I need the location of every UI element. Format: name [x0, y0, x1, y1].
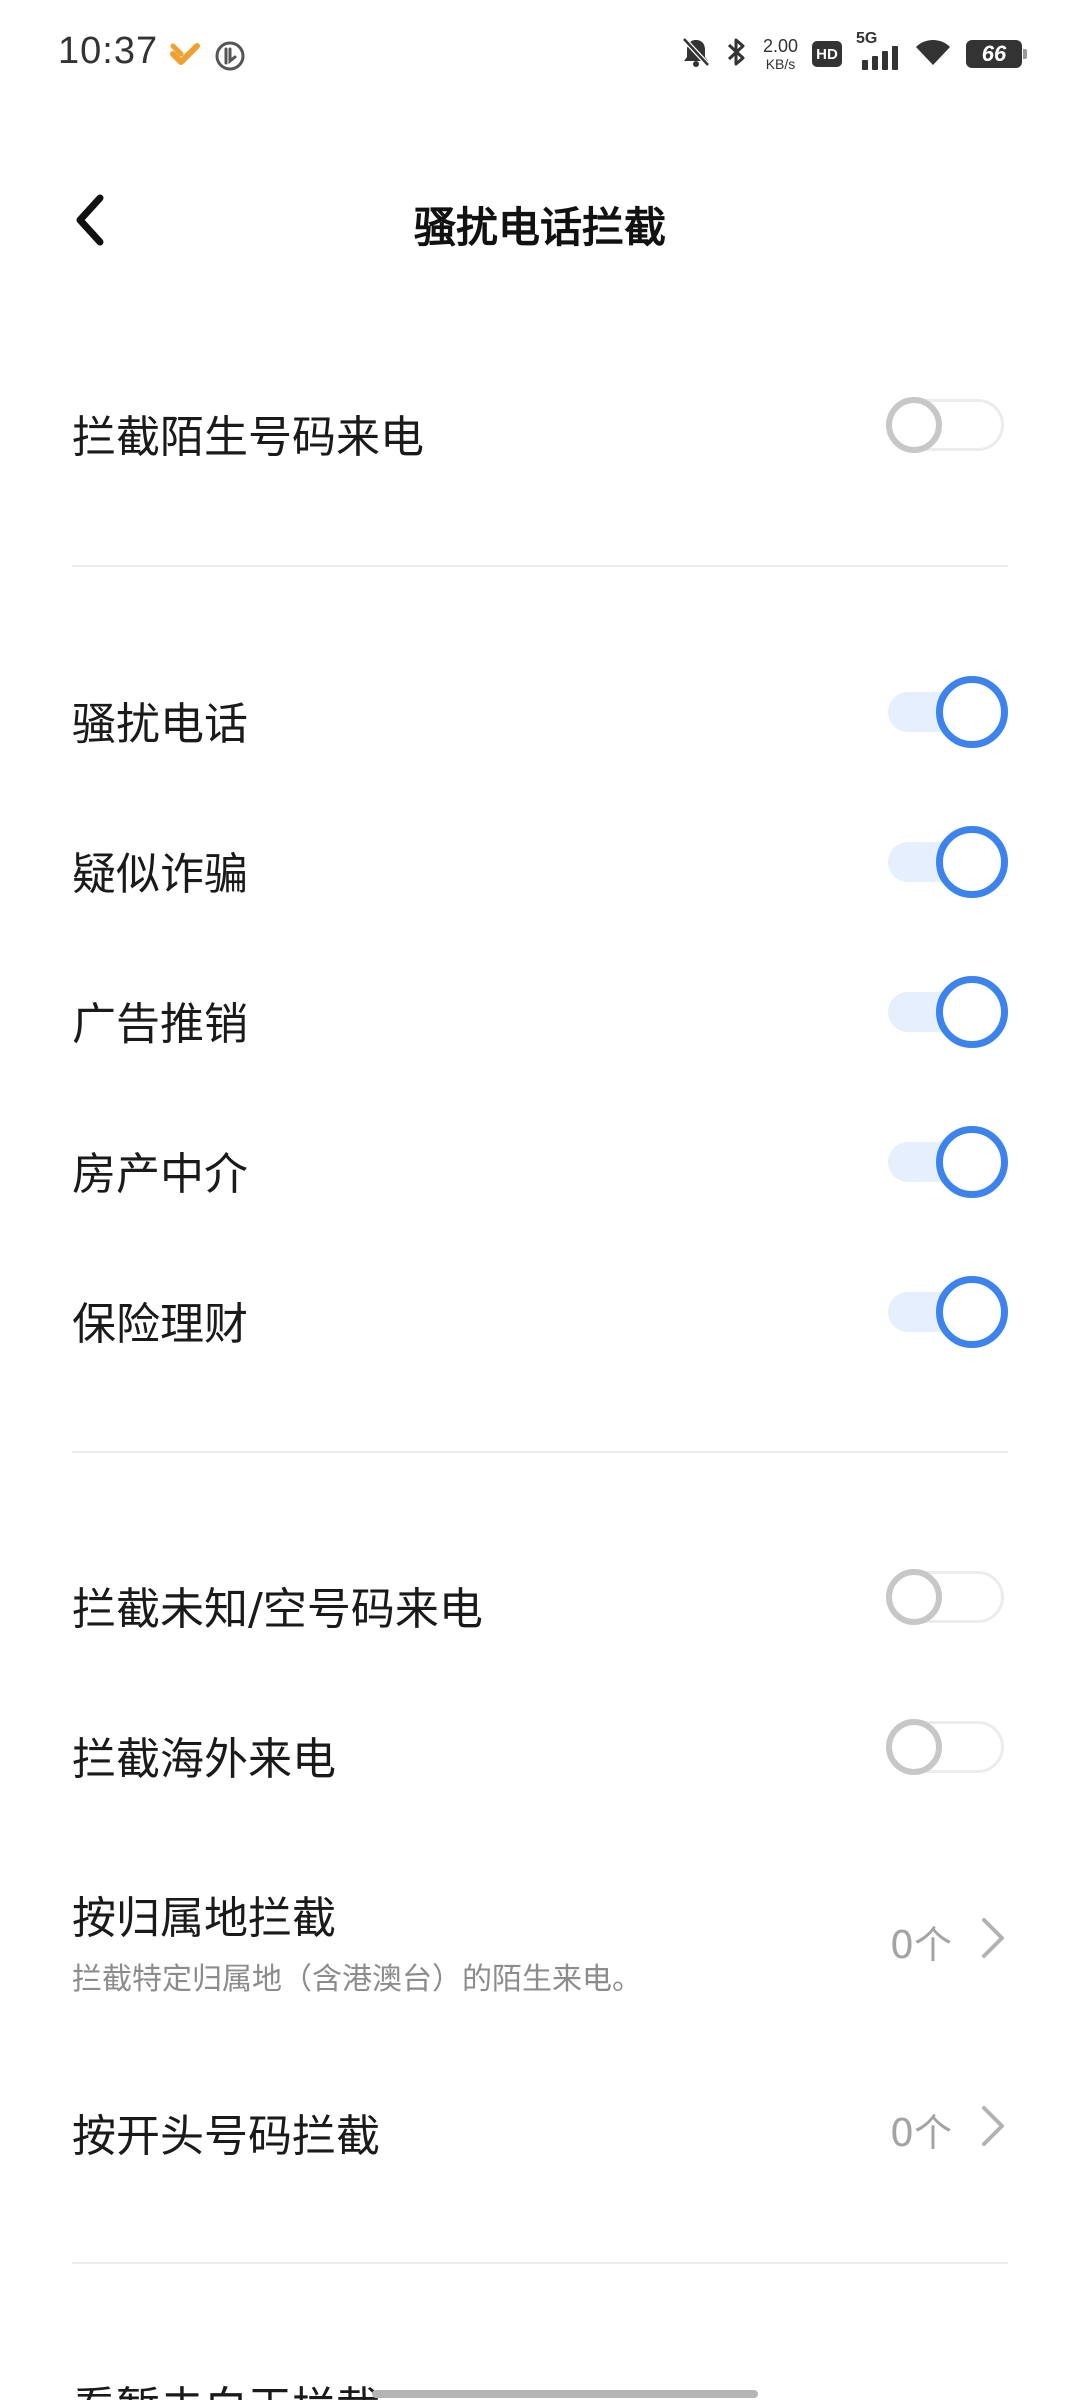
accessibility-icon: [214, 40, 246, 76]
truncated-row-label: 看暂未白王拦截: [72, 2372, 380, 2400]
status-bar: 10:37 2.00 KB/s HD 5G 66: [0, 0, 1080, 112]
row-block-unknown-empty-numbers[interactable]: 拦截未知/空号码来电: [72, 1537, 1008, 1657]
row-label: 保险理财: [72, 1299, 248, 1350]
row-real-estate-agent[interactable]: 房产中介: [72, 1102, 1008, 1222]
toggle-knob: [936, 1276, 1008, 1348]
app-notification-icon: [170, 43, 200, 73]
network-speed-unit: KB/s: [765, 56, 796, 72]
toggle-block-unknown-empty-numbers[interactable]: [884, 1567, 1008, 1627]
battery-icon: 66: [966, 40, 1027, 68]
bluetooth-icon: [725, 36, 749, 72]
header: 骚扰电话拦截: [0, 170, 1080, 270]
network-speed: 2.00 KB/s: [763, 37, 798, 71]
status-time: 10:37: [58, 30, 159, 72]
status-right-icons: 2.00 KB/s HD 5G 66: [681, 30, 1027, 72]
row-block-by-region[interactable]: 按归属地拦截 拦截特定归属地（含港澳台）的陌生来电。 0个: [72, 1862, 1008, 2012]
row-label: 拦截未知/空号码来电: [72, 1584, 483, 1635]
chevron-right-icon: [982, 1918, 1004, 1958]
row-label: 广告推销: [72, 999, 248, 1050]
divider: [72, 565, 1008, 567]
screen: 10:37 2.00 KB/s HD 5G 66 骚扰电话拦截 拦截陌生号码来电…: [0, 0, 1080, 2400]
row-suspected-fraud[interactable]: 疑似诈骗: [72, 802, 1008, 922]
row-ad-promotion[interactable]: 广告推销: [72, 952, 1008, 1072]
row-block-unknown-callers[interactable]: 拦截陌生号码来电: [72, 365, 1008, 485]
toggle-block-overseas[interactable]: [884, 1717, 1008, 1777]
toggle-knob: [936, 1126, 1008, 1198]
row-label: 按归属地拦截: [72, 1893, 336, 1944]
row-insurance-finance[interactable]: 保险理财: [72, 1252, 1008, 1372]
toggle-knob: [886, 1719, 942, 1775]
prefix-count: 0个: [889, 2111, 952, 2155]
page-title: 骚扰电话拦截: [413, 203, 666, 252]
toggle-harassment-calls[interactable]: [884, 676, 1008, 748]
row-block-by-prefix[interactable]: 按开头号码拦截 0个: [72, 2064, 1008, 2184]
wifi-icon: [914, 37, 952, 71]
divider: [72, 1451, 1008, 1453]
hd-badge: HD: [812, 41, 842, 67]
toggle-knob: [936, 676, 1008, 748]
chevron-right-icon: [982, 2106, 1004, 2146]
toggle-knob: [936, 976, 1008, 1048]
toggle-block-unknown-callers[interactable]: [884, 395, 1008, 455]
signal-icon: 5G: [856, 30, 900, 72]
row-label: 骚扰电话: [72, 699, 248, 750]
toggle-knob: [936, 826, 1008, 898]
row-label: 按开头号码拦截: [72, 2111, 380, 2162]
divider: [72, 2262, 1008, 2264]
row-block-overseas[interactable]: 拦截海外来电: [72, 1687, 1008, 1807]
toggle-insurance-finance[interactable]: [884, 1276, 1008, 1348]
home-indicator[interactable]: [372, 2390, 758, 2398]
status-left-icons: [170, 40, 246, 76]
toggle-knob: [886, 397, 942, 453]
row-label: 房产中介: [72, 1149, 248, 1200]
region-count: 0个: [889, 1923, 952, 1967]
toggle-real-estate-agent[interactable]: [884, 1126, 1008, 1198]
toggle-suspected-fraud[interactable]: [884, 826, 1008, 898]
toggle-ad-promotion[interactable]: [884, 976, 1008, 1048]
row-label: 拦截海外来电: [72, 1734, 336, 1785]
row-description: 拦截特定归属地（含港澳台）的陌生来电。: [72, 1962, 642, 1997]
mute-bell-icon: [681, 36, 711, 72]
row-label: 拦截陌生号码来电: [72, 412, 424, 463]
network-speed-value: 2.00: [762, 36, 798, 56]
toggle-knob: [886, 1569, 942, 1625]
row-label: 疑似诈骗: [72, 849, 248, 900]
row-harassment-calls[interactable]: 骚扰电话: [72, 652, 1008, 772]
